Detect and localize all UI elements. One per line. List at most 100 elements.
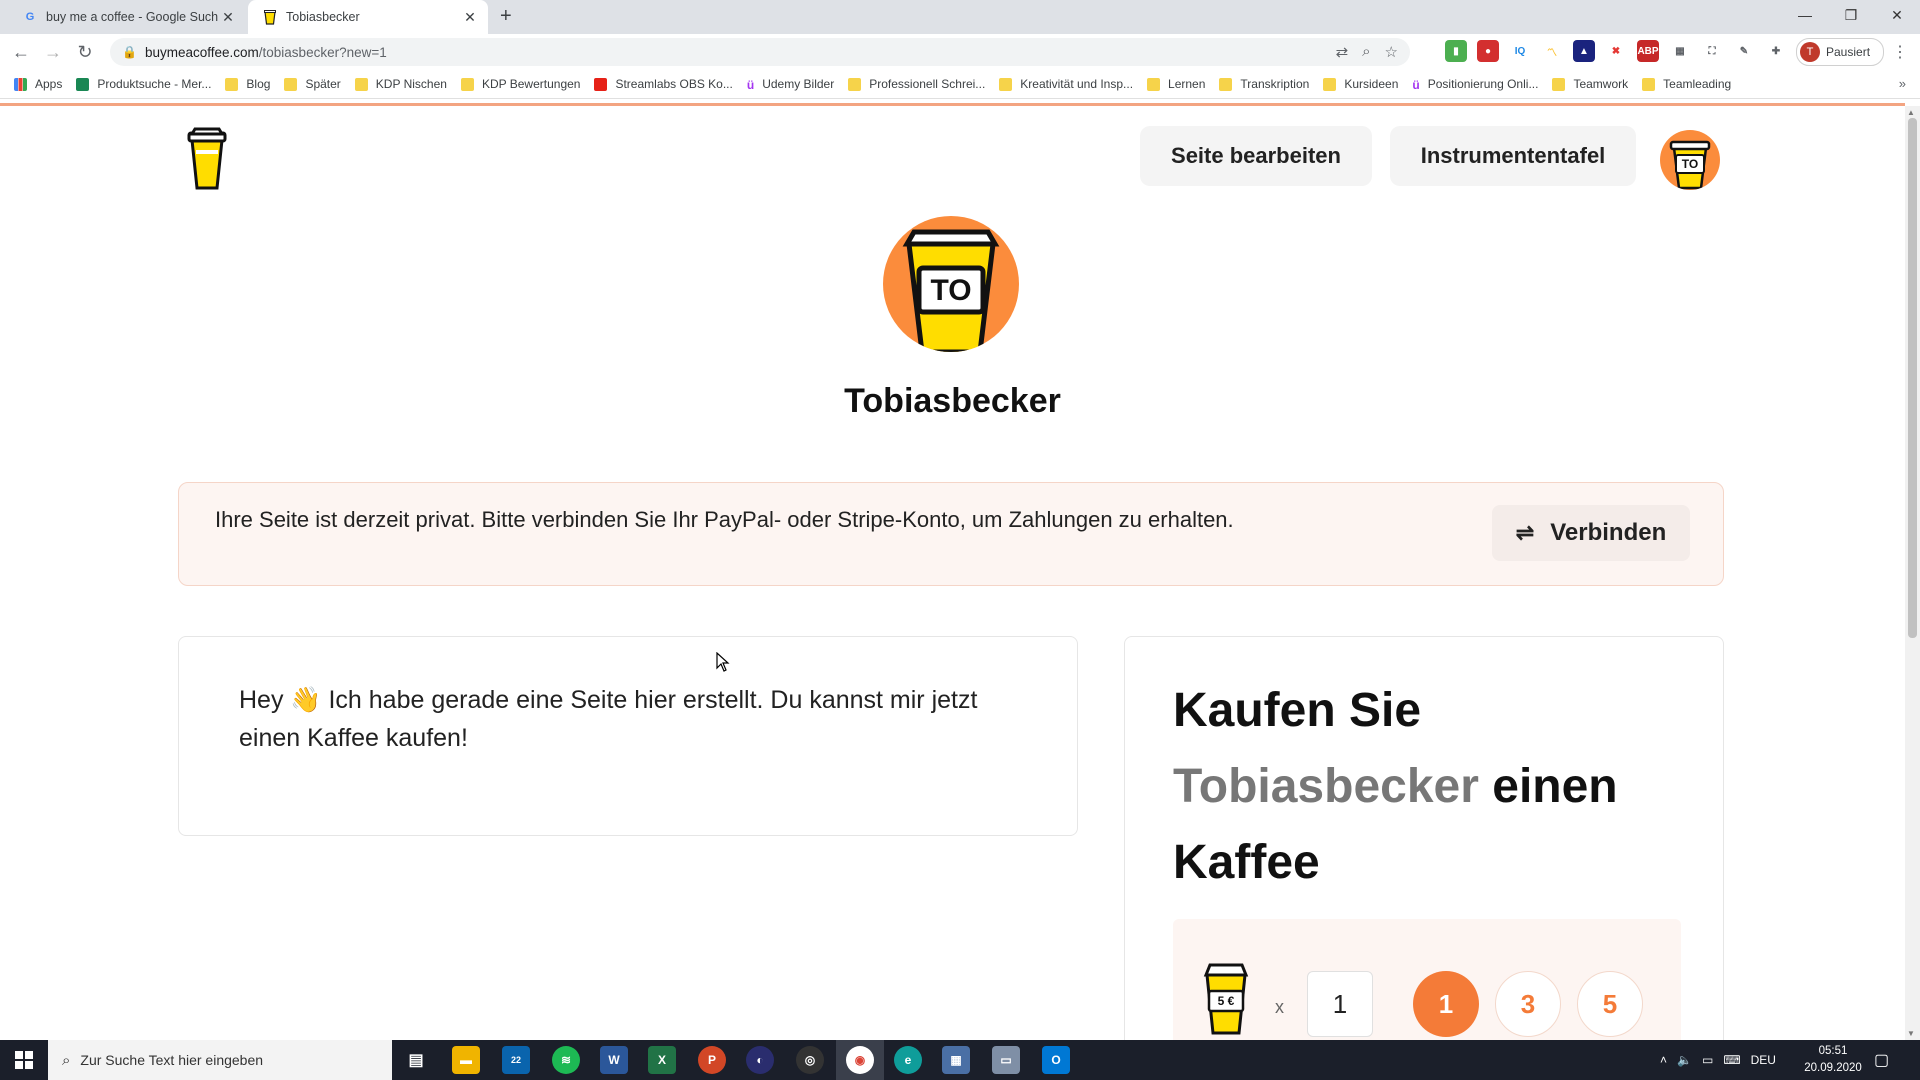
translate-icon[interactable]: ⇄ [1336,43,1349,61]
scroll-up-icon[interactable]: ▲ [1907,108,1915,117]
word-icon[interactable]: W [600,1046,628,1074]
bookmarks-bar: Apps Produktsuche - Mer... Blog Später KDP N… [0,70,1920,99]
folder-icon [848,77,862,91]
support-card: Kaufen Sie Tobiasbecker einen Kaffee 5 €… [1124,636,1724,1040]
vertical-scrollbar[interactable]: ▲ ▼ [1905,106,1920,1040]
extension-icon[interactable]: ✖ [1605,40,1627,62]
taskbar-search[interactable]: ⌕ Zur Suche Text hier eingeben [48,1040,392,1080]
bookmark-label: Blog [246,77,271,91]
notifications-icon[interactable]: ▢ [1874,1050,1889,1070]
volume-icon[interactable]: 🔈 [1677,1053,1692,1067]
task-view-icon[interactable]: ▤ [402,1046,430,1074]
app-icon[interactable]: ◐ [746,1046,774,1074]
folder-icon [1323,77,1337,91]
puzzle-icon[interactable]: ✚ [1765,40,1787,62]
bookmark-item[interactable]: Apps [14,77,62,91]
extension-icon[interactable]: ▮ [1445,40,1467,62]
folder-icon [460,77,474,91]
edit-page-button[interactable]: Seite bearbeiten [1140,126,1372,186]
bookmark-favicon-icon [76,77,90,91]
mail-icon[interactable]: 22 [502,1046,530,1074]
back-icon[interactable]: ← [10,42,32,63]
bookmark-item[interactable]: Kreativität und Insp... [999,77,1133,91]
bookmark-item[interactable]: Später [284,77,341,91]
reload-icon[interactable]: ↻ [74,42,96,63]
bookmark-label: KDP Bewertungen [481,77,581,91]
adblock-icon[interactable]: ABP [1637,40,1659,62]
app-icon[interactable]: ▦ [942,1046,970,1074]
bookmark-item[interactable]: Teamwork [1552,77,1628,91]
bookmark-item[interactable]: Transkription [1219,77,1309,91]
page-content: Seite bearbeiten Instrumententafel TO TO… [0,106,1905,1040]
quantity-option-5[interactable]: 5 [1577,971,1643,1037]
language-indicator[interactable]: DEU [1751,1053,1776,1067]
close-window-icon[interactable]: ✕ [1874,0,1920,30]
zoom-icon[interactable]: ⌕ [1362,43,1370,61]
tab-strip: G buy me a coffee - Google Suche ✕ Tobia… [0,0,1920,34]
bookmark-item[interactable]: Lernen [1147,77,1205,91]
network-icon[interactable]: ▭ [1702,1053,1713,1067]
url-text[interactable]: buymeacoffee.com/tobiasbecker?new=1 [145,45,387,60]
chrome-icon[interactable]: ◉ [846,1046,874,1074]
bookmark-label: Teamwork [1573,77,1629,91]
forward-icon[interactable]: → [42,42,64,63]
folder-icon [1552,77,1566,91]
bookmark-label: Positionierung Onli... [1427,77,1539,91]
close-icon[interactable]: ✕ [460,9,480,26]
scrollbar-thumb[interactable] [1908,118,1917,638]
buymeacoffee-logo[interactable] [186,126,228,192]
address-bar[interactable]: 🔒 buymeacoffee.com/tobiasbecker?new=1 ⇄ … [110,38,1410,66]
taskbar-clock[interactable]: 05:51 20.09.2020 [1796,1043,1870,1077]
extension-icon[interactable]: ▦ [1669,40,1691,62]
bookmark-item[interactable]: ü Positionierung Onli... [1412,77,1539,92]
profile-button[interactable]: T Pausiert [1796,38,1884,66]
close-icon[interactable]: ✕ [218,9,238,26]
extension-iq-icon[interactable]: IQ [1509,40,1531,62]
kebab-menu-icon[interactable]: ⋮ [1892,42,1908,62]
eyedropper-icon[interactable]: ✎ [1733,40,1755,62]
restore-icon[interactable]: ❐ [1828,0,1874,30]
new-tab-button[interactable]: + [500,5,512,28]
bookmark-item[interactable]: Teamleading [1642,77,1731,91]
user-avatar[interactable]: TO [1660,130,1720,190]
extension-icon[interactable]: ● [1477,40,1499,62]
windows-start-button[interactable] [0,1040,48,1080]
folder-icon [225,77,239,91]
bookmark-label: Transkription [1240,77,1310,91]
dashboard-button[interactable]: Instrumententafel [1390,126,1636,186]
file-explorer-icon[interactable]: ▬ [452,1046,480,1074]
bookmark-item[interactable]: Kursideen [1323,77,1398,91]
bookmark-item[interactable]: Streamlabs OBS Ko... [594,77,733,91]
about-text: Hey 👋 Ich habe gerade eine Seite hier er… [239,686,978,752]
keyboard-icon[interactable]: ⌨ [1723,1053,1740,1067]
bookmark-item[interactable]: KDP Nischen [354,77,447,91]
powerpoint-icon[interactable]: P [698,1046,726,1074]
minimize-icon[interactable]: — [1782,0,1828,30]
fullscreen-icon[interactable]: ⛶ [1701,40,1723,62]
obs-icon[interactable]: ◎ [796,1046,824,1074]
bookmark-item[interactable]: Produktsuche - Mer... [76,77,211,91]
avatar-text: TO [930,274,972,307]
outlook-icon[interactable]: O [1042,1046,1070,1074]
excel-icon[interactable]: X [648,1046,676,1074]
connect-button[interactable]: ⇌ Verbinden [1492,505,1690,561]
quantity-option-1[interactable]: 1 [1413,971,1479,1037]
chevron-up-icon[interactable]: ˄ [1660,1053,1667,1067]
quantity-input[interactable]: 1 [1307,971,1373,1037]
chevron-right-icon[interactable]: » [1899,76,1906,91]
star-icon[interactable]: ☆ [1385,43,1398,61]
bookmark-item[interactable]: Professionell Schrei... [848,77,985,91]
bookmark-item[interactable]: KDP Bewertungen [460,77,581,91]
spotify-icon[interactable]: ≋ [552,1046,580,1074]
scroll-down-icon[interactable]: ▼ [1907,1029,1915,1038]
tab-tobiasbecker[interactable]: Tobiasbecker ✕ [248,0,488,34]
edge-icon[interactable]: e [894,1046,922,1074]
extension-icon[interactable]: ▲ [1573,40,1595,62]
quantity-option-3[interactable]: 3 [1495,971,1561,1037]
app-icon[interactable]: ▭ [992,1046,1020,1074]
extension-icon[interactable]: 〽 [1541,40,1563,62]
bookmark-label: Kreativität und Insp... [1020,77,1134,91]
tab-google-search[interactable]: G buy me a coffee - Google Suche ✕ [8,0,246,34]
bookmark-item[interactable]: Blog [225,77,270,91]
bookmark-item[interactable]: ü Udemy Bilder [747,77,834,92]
